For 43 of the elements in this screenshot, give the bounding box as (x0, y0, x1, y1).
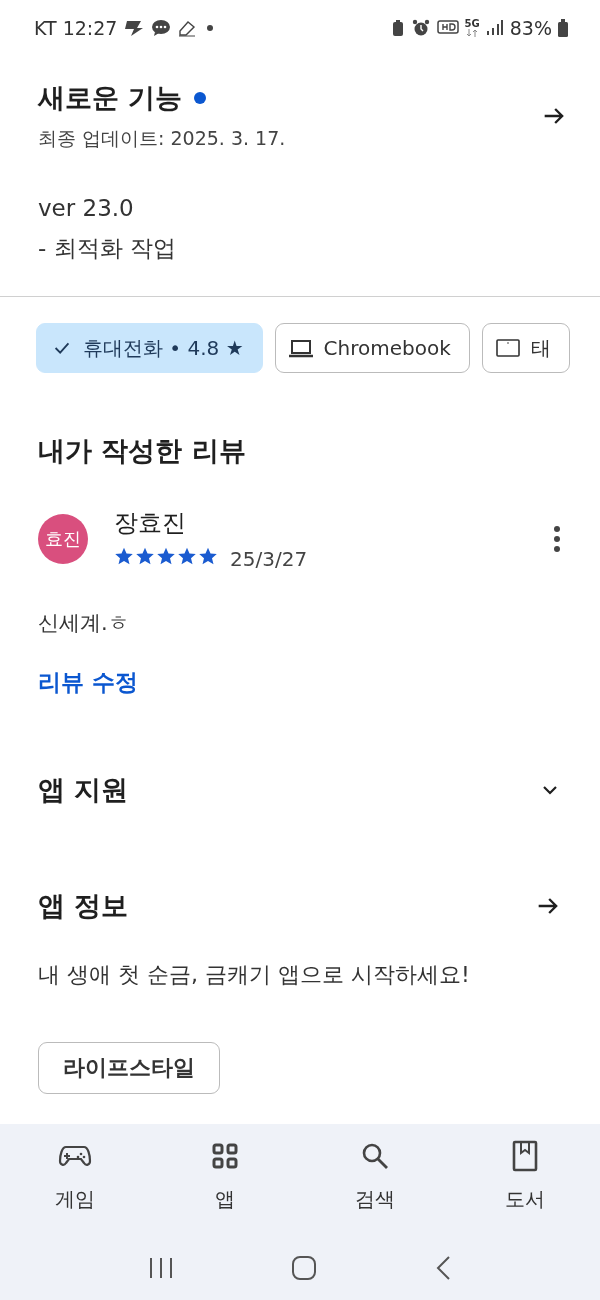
section-title: 내가 작성한 리뷰 (38, 434, 247, 468)
clock-text: KT 12:27 (34, 17, 118, 39)
reviewer-name: 장효진 (114, 508, 187, 539)
edit-review-link[interactable]: 리뷰 수정 (38, 667, 138, 698)
tablet-icon (494, 337, 521, 359)
search-icon (360, 1141, 390, 1171)
battery-percent: 83% (509, 17, 552, 39)
avatar: 효진 (38, 514, 88, 564)
star-icon (198, 546, 218, 566)
more-options-icon[interactable] (552, 525, 562, 553)
star-icon (114, 546, 134, 566)
section-title: 새로운 기능 (38, 81, 183, 115)
book-icon (512, 1140, 538, 1172)
section-title: 앱 지원 (38, 773, 129, 807)
battery-icon (558, 19, 568, 37)
section-title: 앱 정보 (38, 889, 129, 923)
battery-saver-icon (390, 19, 405, 37)
device-filter-chip[interactable]: Chromebook (274, 323, 470, 373)
signal-icon (485, 19, 504, 37)
laptop-icon (287, 337, 314, 359)
nav-tab[interactable]: 도서 (475, 1136, 575, 1213)
device-filter-chip[interactable]: 태 (481, 323, 570, 373)
home-icon[interactable] (291, 1255, 317, 1281)
device-filter-chip[interactable]: 휴대전화 • 4.8 ★ (36, 323, 263, 373)
category-chip[interactable]: 라이프스타일 (38, 1042, 220, 1094)
alarm-icon (410, 19, 431, 37)
release-notes: - 최적화 작업 (38, 234, 177, 263)
update-date: 최종 업데이트: 2025. 3. 17. (38, 126, 286, 151)
nav-tab[interactable]: 게임 (25, 1136, 125, 1213)
hd-voice-icon (436, 19, 459, 37)
star-icon (177, 546, 197, 566)
version-text: ver 23.0 (38, 194, 135, 223)
star-icon (156, 546, 176, 566)
message-icon (151, 19, 172, 37)
recent-apps-icon[interactable] (148, 1256, 175, 1280)
nav-tab[interactable]: 검색 (325, 1136, 425, 1213)
review-date: 25/3/27 (230, 547, 308, 571)
star-icon (135, 546, 155, 566)
nav-tab[interactable]: 앱 (175, 1136, 275, 1213)
eraser-icon (177, 19, 198, 37)
grid-icon (211, 1142, 239, 1170)
review-text: 신세계.ㅎ (38, 610, 130, 637)
app-description: 내 생애 첫 순금, 금캐기 앱으로 시작하세요! (38, 961, 471, 989)
